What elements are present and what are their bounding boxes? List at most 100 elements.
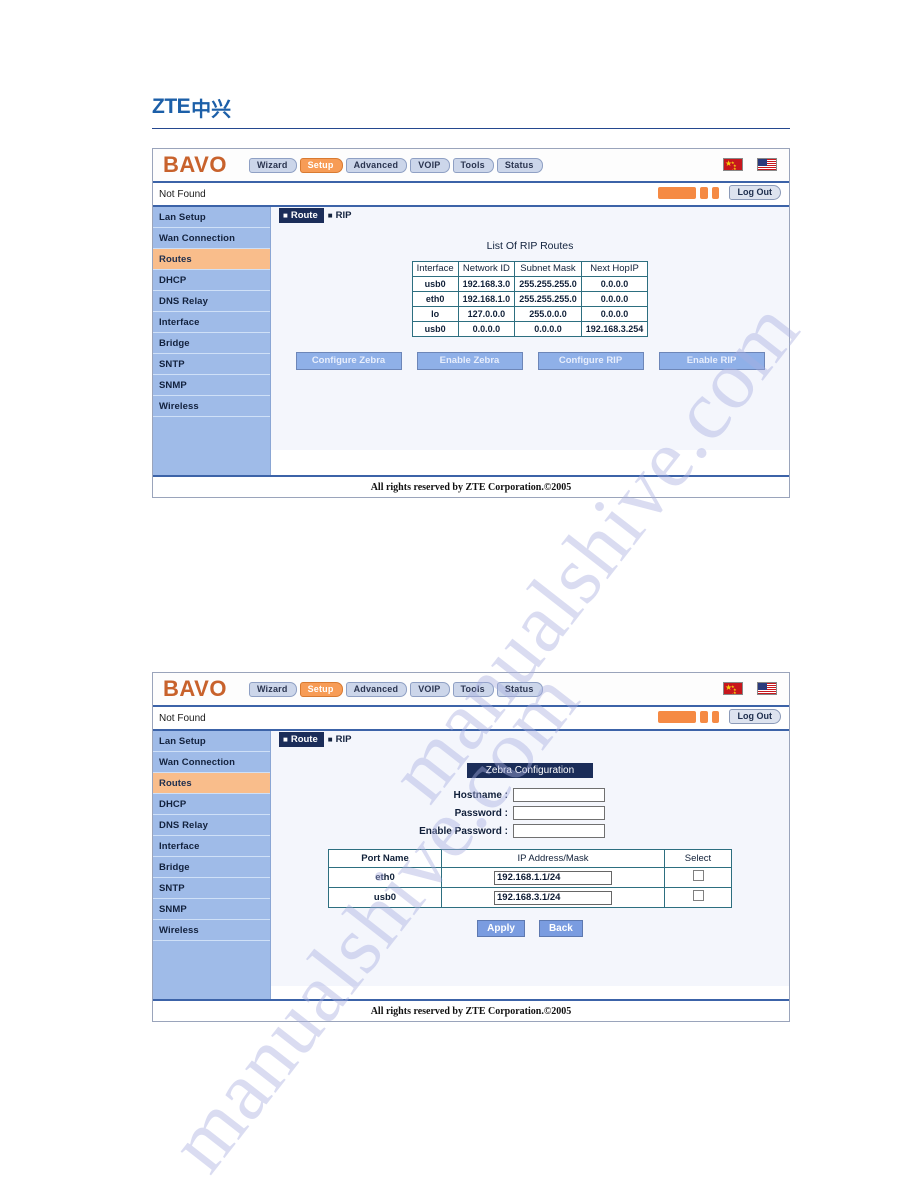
sidebar-item-lan-setup-1[interactable]: Lan Setup: [153, 207, 270, 228]
configure-rip-button[interactable]: Configure RIP: [537, 352, 644, 370]
tab-voip-2[interactable]: VOIP: [410, 681, 450, 697]
logout-button-1[interactable]: Log Out: [728, 185, 781, 200]
form-row-hostname: Hostname :: [405, 788, 605, 802]
cell-next-hop: 0.0.0.0: [581, 277, 648, 291]
tab-advanced-2[interactable]: Advanced: [345, 681, 408, 697]
sidebar-item-bridge-1[interactable]: Bridge: [153, 333, 270, 354]
rip-routes-table: Interface Network ID Subnet Mask Next Ho…: [411, 261, 649, 337]
china-flag-icon-1[interactable]: ★ ★ ★ ★ ★: [723, 158, 743, 171]
sidebar-item-snmp-2[interactable]: SNMP: [153, 899, 270, 920]
sidebar-item-dhcp-1[interactable]: DHCP: [153, 270, 270, 291]
sidebar-item-sntp-2[interactable]: SNTP: [153, 878, 270, 899]
sidebar-item-wireless-1[interactable]: Wireless: [153, 396, 270, 417]
sidebar-item-routes-2[interactable]: Routes: [153, 773, 270, 794]
footer-1: All rights reserved by ZTE Corporation.©…: [153, 475, 789, 497]
tab-setup-1[interactable]: Setup: [299, 157, 343, 173]
subtab-rip-2[interactable]: ■ RIP: [324, 732, 358, 747]
sidebar-item-bridge-2[interactable]: Bridge: [153, 857, 270, 878]
sidebar-item-sntp-1[interactable]: SNTP: [153, 354, 270, 375]
tab-advanced-1[interactable]: Advanced: [345, 157, 408, 173]
select-checkbox-eth0[interactable]: [692, 870, 704, 881]
cell-interface: lo: [412, 307, 458, 321]
configure-zebra-button[interactable]: Configure Zebra: [295, 352, 402, 370]
subtab-route-2[interactable]: ■ Route: [279, 732, 324, 747]
document-header: ZTE 中兴: [152, 92, 790, 129]
sidebar-item-snmp-1[interactable]: SNMP: [153, 375, 270, 396]
decor-bar-small-2: [711, 710, 719, 723]
cell-interface: usb0: [412, 277, 458, 291]
sidebar-item-interface-2[interactable]: Interface: [153, 836, 270, 857]
bullet-icon-rip-2: ■: [327, 734, 333, 744]
enable-zebra-button[interactable]: Enable Zebra: [416, 352, 523, 370]
ip-input-usb0[interactable]: [494, 890, 612, 905]
cell-select-usb0: [665, 888, 731, 907]
col-network-id: Network ID: [458, 262, 515, 276]
brand-bar-2: BAVO Wizard Setup Advanced VOIP Tools St…: [153, 673, 789, 707]
sidebar-item-wan-connection-2[interactable]: Wan Connection: [153, 752, 270, 773]
cell-next-hop: 0.0.0.0: [581, 307, 648, 321]
tab-wizard-1[interactable]: Wizard: [248, 157, 297, 173]
sidebar-filler-1: [153, 417, 270, 475]
form-row-enable-password: Enable Password :: [405, 824, 605, 838]
password-input[interactable]: [513, 806, 605, 820]
action-buttons-1: Configure Zebra Enable Zebra Configure R…: [271, 352, 789, 370]
language-flags-1: ★ ★ ★ ★ ★: [723, 158, 777, 171]
status-right-2: Log Out: [657, 709, 781, 724]
zte-logo-text: ZTE: [152, 95, 191, 118]
sidebar-item-wan-connection-1[interactable]: Wan Connection: [153, 228, 270, 249]
col-select: Select: [665, 850, 731, 867]
logout-button-2[interactable]: Log Out: [728, 709, 781, 724]
form-action-buttons: Apply Back: [271, 920, 789, 937]
body-row-2: Lan Setup Wan Connection Routes DHCP DNS…: [153, 731, 789, 999]
usa-flag-icon-2[interactable]: [757, 682, 777, 695]
language-flags-2: ★ ★ ★ ★ ★: [723, 682, 777, 695]
cell-network-id: 127.0.0.0: [458, 307, 515, 321]
ip-input-eth0[interactable]: [494, 870, 612, 885]
tab-voip-1[interactable]: VOIP: [410, 157, 450, 173]
tab-status-1[interactable]: Status: [496, 157, 543, 173]
sidebar-item-wireless-2[interactable]: Wireless: [153, 920, 270, 941]
brand-bar-1: BAVO Wizard Setup Advanced VOIP Tools St…: [153, 149, 789, 183]
tab-wizard-2[interactable]: Wizard: [248, 681, 297, 697]
cell-interface: usb0: [412, 322, 458, 336]
status-bar-2: Not Found Log Out: [153, 707, 789, 731]
col-next-hop-ip: Next HopIP: [581, 262, 648, 276]
china-flag-icon-2[interactable]: ★ ★ ★ ★ ★: [723, 682, 743, 695]
cell-network-id: 0.0.0.0: [458, 322, 515, 336]
zte-logo: ZTE 中兴: [152, 92, 790, 122]
cell-network-id: 192.168.3.0: [458, 277, 515, 291]
sidebar-item-lan-setup-2[interactable]: Lan Setup: [153, 731, 270, 752]
enable-password-input[interactable]: [513, 824, 605, 838]
tab-status-2[interactable]: Status: [496, 681, 543, 697]
cell-next-hop: 0.0.0.0: [581, 292, 648, 306]
cell-select-eth0: [665, 868, 731, 887]
tab-tools-1[interactable]: Tools: [452, 157, 494, 173]
enable-password-label: Enable Password :: [419, 825, 508, 837]
enable-rip-button[interactable]: Enable RIP: [658, 352, 765, 370]
hostname-input[interactable]: [513, 788, 605, 802]
usa-flag-icon-1[interactable]: [757, 158, 777, 171]
content-area-2: ■ Route ■ RIP Zebra Configuration Hostna…: [271, 731, 789, 986]
cell-next-hop: 192.168.3.254: [581, 322, 648, 336]
back-button[interactable]: Back: [538, 920, 583, 937]
cell-ip-eth0: [442, 868, 664, 887]
form-row-password: Password :: [405, 806, 605, 820]
sidebar-item-routes-1[interactable]: Routes: [153, 249, 270, 270]
sidebar-item-interface-1[interactable]: Interface: [153, 312, 270, 333]
zebra-configuration-title: Zebra Configuration: [467, 763, 593, 778]
sidebar-item-dns-relay-1[interactable]: DNS Relay: [153, 291, 270, 312]
sidebar-item-dhcp-2[interactable]: DHCP: [153, 794, 270, 815]
select-checkbox-usb0[interactable]: [692, 890, 704, 901]
subtab-rip-1[interactable]: ■ RIP: [324, 208, 358, 223]
apply-button[interactable]: Apply: [477, 920, 525, 937]
body-row-1: Lan Setup Wan Connection Routes DHCP DNS…: [153, 207, 789, 475]
router-screenshot-bottom: BAVO Wizard Setup Advanced VOIP Tools St…: [152, 672, 790, 1022]
hostname-label: Hostname :: [453, 789, 508, 801]
tab-setup-2[interactable]: Setup: [299, 681, 343, 697]
table-row: usb0 0.0.0.0 0.0.0.0 192.168.3.254: [412, 322, 648, 336]
subtab-route-1[interactable]: ■ Route: [279, 208, 324, 223]
bullet-icon-rip-1: ■: [327, 210, 333, 220]
zte-logo-chinese: 中兴: [191, 98, 232, 121]
tab-tools-2[interactable]: Tools: [452, 681, 494, 697]
sidebar-item-dns-relay-2[interactable]: DNS Relay: [153, 815, 270, 836]
